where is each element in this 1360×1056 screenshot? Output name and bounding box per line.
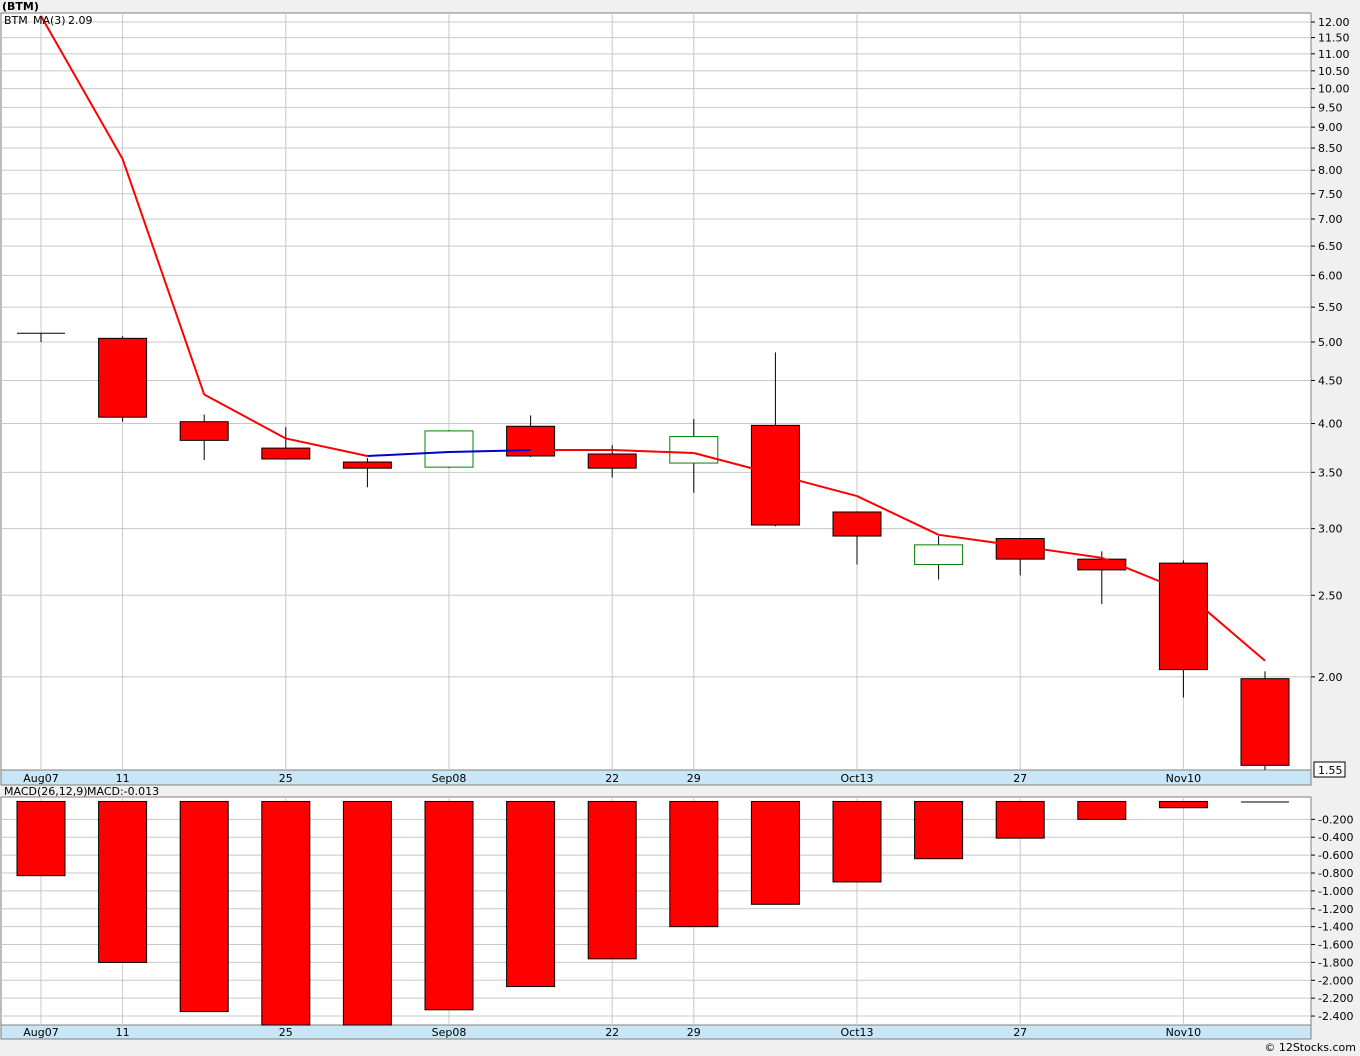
- candle-body: [342, 461, 392, 469]
- macd-x-axis-band: [0, 1024, 1312, 1040]
- price-y-tick-label: 12.00: [1318, 16, 1350, 29]
- macd-y-tick-label: -1.800: [1318, 956, 1353, 969]
- candle-body: [669, 436, 719, 464]
- macd-y-tick-label: -2.000: [1318, 974, 1353, 987]
- stock-chart: 12.00 11.50 11.00 10.50 10.00 9.50 9.00 8.50 8.0…: [0, 0, 1360, 1056]
- candle-body: [424, 430, 474, 468]
- price-x-tick-label: 11: [116, 772, 130, 785]
- price-y-tick-label: 3.50: [1318, 466, 1343, 479]
- macd-bar: [179, 800, 229, 1013]
- price-y-tick-label: 4.50: [1318, 374, 1343, 387]
- candle-body: [832, 511, 882, 537]
- macd-x-tick-label: 25: [279, 1026, 293, 1039]
- macd-bar: [750, 800, 800, 905]
- price-y-tick-label: 9.50: [1318, 101, 1343, 114]
- chart-title: (BTM): [2, 0, 39, 13]
- candle-body: [506, 425, 556, 457]
- price-x-tick-label: Sep08: [432, 772, 467, 785]
- candle-body: [587, 453, 637, 469]
- price-y-tick-label: 7.00: [1318, 213, 1343, 226]
- macd-x-tick-label: Sep08: [432, 1026, 467, 1039]
- macd-bar: [261, 800, 311, 1026]
- macd-bar: [995, 800, 1045, 839]
- price-y-tick-label: 2.00: [1318, 671, 1343, 684]
- price-y-tick-label: 6.00: [1318, 269, 1343, 282]
- price-y-tick-label: 9.00: [1318, 121, 1343, 134]
- macd-bar: [98, 800, 148, 963]
- candle: [1240, 671, 1290, 770]
- price-y-tick-label: 8.50: [1318, 142, 1343, 155]
- macd-x-tick-label: Aug07: [23, 1026, 58, 1039]
- macd-bar: [424, 800, 474, 1011]
- candle-body: [1158, 562, 1208, 671]
- macd-x-tick-label: Oct13: [840, 1026, 873, 1039]
- macd-y-tick-label: -0.200: [1318, 813, 1353, 826]
- macd-bar: [1077, 800, 1127, 820]
- macd-bar: [16, 800, 66, 877]
- price-x-tick-label: 27: [1013, 772, 1027, 785]
- macd-y-tick-label: -1.000: [1318, 885, 1353, 898]
- macd-x-tick-label: 11: [116, 1026, 130, 1039]
- legend-ma-label: MA(3): [33, 14, 66, 27]
- copyright-text: © 12Stocks.com: [1264, 1041, 1356, 1054]
- macd-bar: [669, 800, 719, 928]
- price-y-tick-label: 8.00: [1318, 164, 1343, 177]
- macd-y-tick-label: -2.400: [1318, 1010, 1353, 1023]
- legend-symbol: BTM: [4, 14, 28, 27]
- candle: [424, 429, 474, 469]
- chart-canvas: 12.00 11.50 11.00 10.50 10.00 9.50 9.00 8.50 8.0…: [0, 0, 1360, 1056]
- macd-y-tick-label: -0.600: [1318, 849, 1353, 862]
- macd-y-tick-label: -1.200: [1318, 903, 1353, 916]
- price-y-tick-label: 11.00: [1318, 48, 1350, 61]
- price-x-tick-label: Aug07: [23, 772, 58, 785]
- price-panel: [0, 12, 1312, 771]
- price-y-tick-label: 10.50: [1318, 65, 1350, 78]
- candle-body: [261, 447, 311, 460]
- macd-bar: [342, 800, 392, 1026]
- last-price-label: 1.55: [1318, 764, 1343, 777]
- macd-bar: [832, 800, 882, 883]
- legend-ma-value: 2.09: [68, 14, 93, 27]
- macd-y-tick-label: -2.200: [1318, 992, 1353, 1005]
- legend-macd-value: MACD:-0.013: [87, 785, 159, 798]
- candle-body: [179, 421, 229, 441]
- price-y-tick-label: 11.50: [1318, 32, 1350, 45]
- price-y-tick-label: 10.00: [1318, 83, 1350, 96]
- macd-x-tick-label: 27: [1013, 1026, 1027, 1039]
- macd-y-tick-label: -0.800: [1318, 867, 1353, 880]
- macd-x-tick-label: 22: [605, 1026, 619, 1039]
- price-x-tick-label: 25: [279, 772, 293, 785]
- macd-bar: [587, 800, 637, 960]
- macd-y-tick-label: -1.600: [1318, 939, 1353, 952]
- price-x-axis-band: [0, 769, 1312, 786]
- price-x-tick-label: Oct13: [840, 772, 873, 785]
- candle: [98, 336, 148, 422]
- price-x-tick-label: 29: [687, 772, 701, 785]
- macd-y-tick-label: -0.400: [1318, 831, 1353, 844]
- price-y-tick-label: 3.00: [1318, 523, 1343, 536]
- price-y-tick-label: 7.50: [1318, 188, 1343, 201]
- legend-macd-label: MACD(26,12,9): [4, 785, 88, 798]
- price-y-tick-label: 5.50: [1318, 301, 1343, 314]
- price-x-tick-label: 22: [605, 772, 619, 785]
- price-x-tick-label: Nov10: [1166, 772, 1201, 785]
- price-y-tick-label: 5.00: [1318, 336, 1343, 349]
- macd-x-tick-label: Nov10: [1166, 1026, 1201, 1039]
- price-y-tick-label: 4.00: [1318, 418, 1343, 431]
- macd-x-tick-label: 29: [687, 1026, 701, 1039]
- price-y-tick-label: 2.50: [1318, 589, 1343, 602]
- macd-y-tick-label: -1.400: [1318, 921, 1353, 934]
- candle-body: [1240, 678, 1290, 766]
- candle-body: [914, 544, 964, 565]
- price-y-tick-label: 6.50: [1318, 240, 1343, 253]
- macd-bar: [914, 800, 964, 860]
- macd-bar: [1158, 800, 1208, 809]
- candle-body: [98, 337, 148, 418]
- macd-bar: [506, 800, 556, 988]
